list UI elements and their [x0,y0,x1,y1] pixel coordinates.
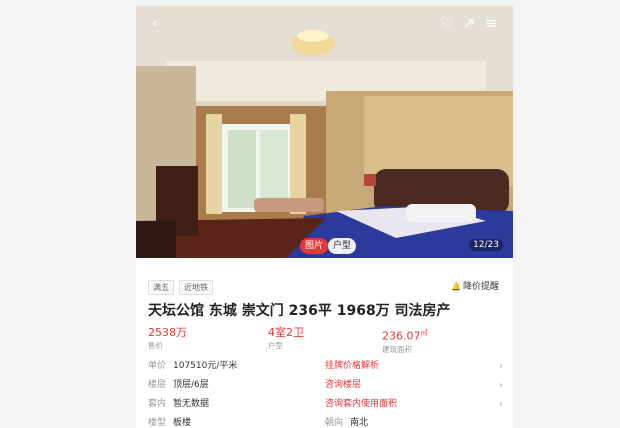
listing-title: 天坛公馆 东城 崇文门 236平 1968万 司法房产 [148,303,451,319]
stat-layout-value: 4室2卫 [268,326,304,339]
orientation-value: 南北 [350,418,369,428]
unit-price-key: 单价 [148,361,167,371]
back-button[interactable]: ‹ [146,14,164,32]
stat-area-value: 236.07 [382,329,421,343]
consult-inner-area-link[interactable]: 咨询套内使用面积 [325,395,397,414]
building-key: 楼型 [148,418,167,428]
price-alert-button[interactable]: 🔔 降价提醒 [451,280,499,294]
inner-key: 套内 [148,399,167,409]
price-alert-label: 降价提醒 [462,282,499,292]
stat-price: 2538万 售价 [148,326,187,351]
badge-list: 满五 近地铁 [148,280,213,295]
key-stats: 2538万 售价 4室2卫 户型 236.07㎡ 建筑面积 [148,326,503,354]
badge-near-subway: 近地铁 [179,280,213,295]
row-inner-area: 套内 暂无数据 咨询套内使用面积 › [148,395,503,414]
tab-floorplan[interactable]: 户型 [328,238,357,254]
row-floor: 楼层 顶层/6层 咨询楼层 › [148,376,503,395]
bell-icon: 🔔 [451,282,461,291]
tab-photos[interactable]: 图片 [300,238,329,254]
floor-value: 顶层/6层 [173,380,209,390]
price-analysis-link[interactable]: 挂牌价格解析 [325,357,379,376]
chevron-right-icon[interactable]: › [499,395,503,414]
consult-floor-link[interactable]: 咨询楼层 [325,376,361,395]
phone-screen: ‹ ♡ ↗ ≡ 图片 户型 12/23 满五 近地铁 🔔 降价提醒 天坛公馆 东城… [136,6,513,428]
row-unit-price: 单价 107510元/平米 挂牌价格解析 › [148,357,503,376]
unit-price-value: 107510元/平米 [173,361,238,371]
favorite-icon[interactable]: ♡ [438,14,456,32]
orientation-key: 朝向 [325,418,344,428]
photo-counter: 12/23 [469,239,503,251]
building-value: 板楼 [173,418,192,428]
bedroom-photo [136,6,513,258]
stat-price-value: 2538万 [148,326,187,339]
inner-value: 暂无数据 [173,399,210,409]
stat-price-label: 售价 [148,341,163,350]
stat-area-unit: ㎡ [420,329,428,337]
row-building: 楼型 板楼 朝向 南北 [148,414,503,428]
stat-layout-label: 户型 [268,341,283,350]
detail-rows: 单价 107510元/平米 挂牌价格解析 › 楼层 顶层/6层 咨询楼层 › 套… [148,357,503,428]
share-icon[interactable]: ↗ [460,14,478,32]
floor-key: 楼层 [148,380,167,390]
badge-man-wu: 满五 [148,280,174,295]
stat-area: 236.07㎡ 建筑面积 [382,326,428,355]
chevron-right-icon[interactable]: › [499,357,503,376]
stat-area-label: 建筑面积 [382,344,412,354]
chevron-right-icon[interactable]: › [499,376,503,395]
stat-layout: 4室2卫 户型 [268,326,304,351]
menu-icon[interactable]: ≡ [482,14,500,32]
listing-photo[interactable]: ‹ ♡ ↗ ≡ 图片 户型 12/23 [136,6,513,258]
